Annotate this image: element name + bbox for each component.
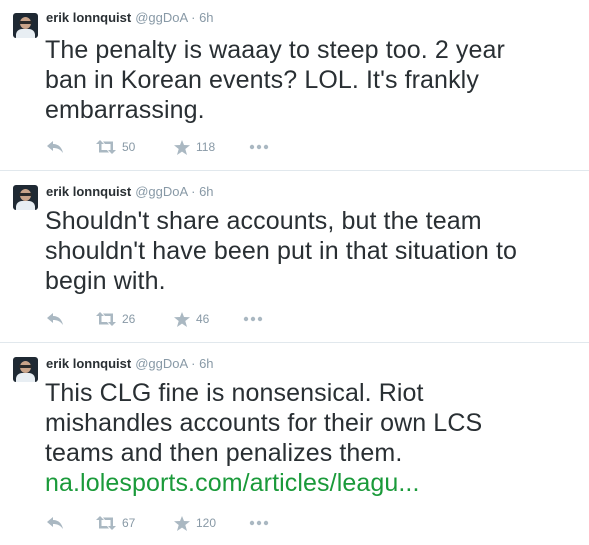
user-handle[interactable]: @ggDoA (135, 10, 187, 25)
reply-button[interactable] (46, 138, 64, 156)
tweet-text: This CLG fine is nonsensical. Riot misha… (45, 378, 585, 498)
more-button[interactable] (243, 310, 263, 328)
more-button[interactable] (249, 138, 269, 156)
retweet-icon (96, 312, 116, 326)
tweet-text-line: begin with. (45, 267, 166, 295)
retweet-icon (96, 140, 116, 154)
tweet-text-line: shouldn't have been put in that situatio… (45, 237, 518, 265)
star-icon (174, 139, 190, 155)
user-name[interactable]: erik lonnquist (46, 10, 131, 25)
tweet-text-line: Shouldn't share accounts, but the team (45, 207, 482, 235)
retweet-button[interactable]: 26 (96, 310, 135, 328)
tweet-actions: 50 118 (46, 138, 346, 156)
favorite-button[interactable]: 120 (174, 514, 216, 532)
retweet-icon (96, 516, 116, 530)
user-name[interactable]: erik lonnquist (46, 356, 131, 371)
more-icon (249, 144, 269, 150)
timestamp[interactable]: 6h (199, 184, 213, 199)
reply-button[interactable] (46, 514, 64, 532)
favorite-count: 118 (196, 140, 216, 154)
reply-icon (46, 312, 64, 326)
retweet-button[interactable]: 50 (96, 138, 135, 156)
tweet-header: erik lonnquist @ggDoA · 6h (46, 183, 214, 201)
tweet-text-line: This CLG fine is nonsensical. Riot (45, 379, 424, 407)
star-icon (174, 311, 190, 327)
more-button[interactable] (249, 514, 269, 532)
favorite-count: 120 (196, 516, 217, 530)
star-icon (174, 515, 190, 531)
tweet[interactable]: erik lonnquist @ggDoA · 6h This CLG fine … (0, 343, 589, 545)
tweet-text: Shouldn't share accounts, but the team s… (45, 206, 585, 296)
favorite-button[interactable]: 118 (174, 138, 215, 156)
tweet-actions: 26 46 (46, 310, 346, 328)
timestamp[interactable]: 6h (199, 10, 213, 25)
tweet-header: erik lonnquist @ggDoA · 6h (46, 9, 214, 27)
favorite-button[interactable]: 46 (174, 310, 209, 328)
tweet-text-line: teams and then penalizes them. (45, 439, 403, 467)
tweet-text: The penalty is waaay to steep too. 2 yea… (45, 35, 585, 125)
retweet-count: 50 (122, 140, 136, 154)
favorite-count: 46 (196, 312, 210, 326)
tweet-link[interactable]: na.lolesports.com/articles/leagu... (45, 468, 585, 498)
more-icon (243, 316, 263, 322)
reply-button[interactable] (46, 310, 64, 328)
avatar[interactable] (13, 357, 38, 382)
separator: · (191, 356, 196, 371)
tweet-text-line: mishandles accounts for their own LCS (45, 409, 483, 437)
retweet-button[interactable]: 67 (96, 514, 135, 532)
separator: · (191, 184, 196, 199)
avatar[interactable] (13, 13, 38, 38)
user-name[interactable]: erik lonnquist (46, 184, 131, 199)
retweet-count: 67 (122, 516, 136, 530)
reply-icon (46, 140, 64, 154)
reply-icon (46, 516, 64, 530)
tweet-actions: 67 120 (46, 514, 346, 532)
user-handle[interactable]: @ggDoA (135, 356, 187, 371)
tweet-text-line: ban in Korean events? LOL. It's frankly (45, 66, 479, 94)
separator: · (191, 10, 196, 25)
tweet-text-line: embarrassing. (45, 96, 205, 124)
tweet[interactable]: erik lonnquist @ggDoA · 6h Shouldn't shar… (0, 171, 589, 343)
timeline: erik lonnquist @ggDoA · 6h The penalty is… (0, 0, 589, 545)
tweet[interactable]: erik lonnquist @ggDoA · 6h The penalty is… (0, 0, 589, 171)
retweet-count: 26 (122, 312, 136, 326)
more-icon (249, 520, 269, 526)
avatar[interactable] (13, 185, 38, 210)
timestamp[interactable]: 6h (199, 356, 213, 371)
tweet-text-line: The penalty is waaay to steep too. 2 yea… (45, 36, 505, 64)
tweet-header: erik lonnquist @ggDoA · 6h (46, 355, 214, 373)
user-handle[interactable]: @ggDoA (135, 184, 187, 199)
